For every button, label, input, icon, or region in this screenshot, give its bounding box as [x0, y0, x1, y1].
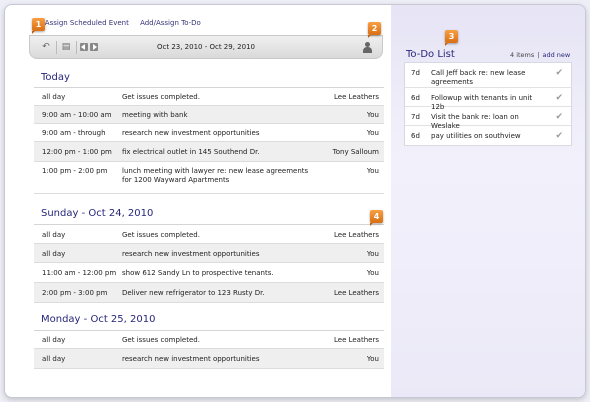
event-description: research new investment opportunities — [122, 129, 260, 137]
event-assignee: You — [366, 355, 379, 363]
event-row[interactable]: all day research new investment opportuni… — [34, 244, 384, 263]
event-row[interactable]: all day research new investment opportuni… — [34, 349, 384, 369]
calendar-toolbar: ↶ ▤ Oct 23, 2010 - Oct 29, 2010 — [29, 35, 383, 59]
event-row[interactable]: 9:00 am - through research new investment… — [34, 124, 384, 142]
event-assignee: You — [366, 111, 379, 119]
day-heading: Today — [41, 72, 70, 83]
callout-badge: 1 — [32, 18, 45, 34]
event-row[interactable]: 12:00 pm - 1:00 pm fix electrical outlet … — [34, 142, 384, 162]
user-filter-icon[interactable] — [363, 42, 372, 53]
todo-item[interactable]: 6d Followup with tenants in unit 12b ✔ — [405, 88, 571, 111]
callout-badge: 2 — [368, 22, 381, 38]
event-row[interactable]: 11:00 am - 12:00 pm show 612 Sandy Ln to … — [34, 263, 384, 283]
add-todo-link[interactable]: Add/Assign To-Do — [140, 19, 201, 27]
event-assignee: You — [366, 269, 379, 277]
event-time: all day — [42, 336, 66, 344]
event-assignee: Lee Leathers — [333, 93, 379, 101]
event-time: 1:00 pm - 2:00 pm — [42, 167, 108, 175]
event-assignee: Tony Salloum — [332, 148, 379, 156]
event-description: Get issues completed. — [122, 231, 200, 239]
date-range: Oct 23, 2010 - Oct 29, 2010 — [157, 43, 255, 51]
event-time: 11:00 am - 12:00 pm — [42, 269, 117, 277]
event-time: all day — [42, 93, 66, 101]
todo-text: Call Jeff back re: new lease agreements — [431, 69, 526, 86]
add-scheduled-event-link[interactable]: d/Assign Scheduled Event — [38, 19, 129, 27]
checkmark-icon[interactable]: ✔ — [555, 93, 563, 103]
todo-item[interactable]: 7d Call Jeff back re: new lease agreement… — [405, 63, 571, 88]
checkmark-icon[interactable]: ✔ — [555, 131, 563, 141]
event-table: all day Get issues completed. Lee Leathers… — [34, 87, 384, 194]
todo-meta-separator: | — [537, 51, 540, 59]
event-row[interactable]: 1:00 pm - 2:00 pm lunch meeting with lawy… — [34, 162, 384, 194]
event-time: 12:00 pm - 1:00 pm — [42, 148, 112, 156]
todo-item[interactable]: 7d Visit the bank re: loan on Weslake ✔ — [405, 107, 571, 130]
event-time: 9:00 am - through — [42, 129, 106, 137]
todo-list: 7d Call Jeff back re: new lease agreement… — [404, 62, 572, 146]
event-description: research new investment opportunities — [122, 250, 260, 258]
todo-days: 7d — [411, 113, 420, 121]
todo-list-title: To-Do List — [406, 49, 455, 60]
event-assignee: You — [366, 167, 379, 175]
day-heading: Monday - Oct 25, 2010 — [41, 314, 156, 325]
callout-badge: 4 — [370, 210, 383, 226]
event-time: all day — [42, 231, 66, 239]
event-description: show 612 Sandy Ln to prospective tenants… — [122, 269, 274, 277]
event-description: lunch meeting with lawyer re: new lease … — [122, 167, 309, 184]
event-description: meeting with bank — [122, 111, 188, 119]
app-window: d/Assign Scheduled Event Add/Assign To-D… — [4, 4, 586, 398]
event-time: 9:00 am - 10:00 am — [42, 111, 112, 119]
todo-list-meta: 4 items | add new — [510, 51, 570, 59]
add-todo-button[interactable]: add new — [542, 51, 570, 59]
event-description: Get issues completed. — [122, 336, 200, 344]
event-time: all day — [42, 355, 66, 363]
event-row[interactable]: all day Get issues completed. Lee Leathers — [34, 225, 384, 244]
checkmark-icon[interactable]: ✔ — [555, 112, 563, 122]
checkmark-icon[interactable]: ✔ — [555, 68, 563, 78]
day-heading: Sunday - Oct 24, 2010 — [41, 208, 154, 219]
todo-days: 7d — [411, 69, 420, 77]
event-assignee: Lee Leathers — [333, 336, 379, 344]
callout-badge: 3 — [445, 30, 458, 46]
event-table: all day Get issues completed. Lee Leathers… — [34, 224, 384, 303]
event-description: fix electrical outlet in 145 Southend Dr… — [122, 148, 260, 156]
todo-count: 4 items — [510, 51, 535, 59]
todo-item[interactable]: 6d pay utilities on southview ✔ — [405, 126, 571, 145]
todo-days: 6d — [411, 94, 420, 102]
event-table: all day Get issues completed. Lee Leathers… — [34, 330, 384, 369]
event-description: research new investment opportunities — [122, 355, 260, 363]
event-description: Deliver new refrigerator to 123 Rusty Dr… — [122, 289, 265, 297]
event-row[interactable]: 9:00 am - 10:00 am meeting with bank You — [34, 106, 384, 124]
event-assignee: You — [366, 250, 379, 258]
top-links: d/Assign Scheduled Event Add/Assign To-D… — [38, 19, 210, 27]
event-row[interactable]: 2:00 pm - 3:00 pm Deliver new refrigerato… — [34, 283, 384, 303]
event-assignee: Lee Leathers — [333, 289, 379, 297]
event-description: Get issues completed. — [122, 93, 200, 101]
event-assignee: Lee Leathers — [333, 231, 379, 239]
event-row[interactable]: all day Get issues completed. Lee Leathers — [34, 331, 384, 349]
event-assignee: You — [366, 129, 379, 137]
event-time: all day — [42, 250, 66, 258]
event-time: 2:00 pm - 3:00 pm — [42, 289, 108, 297]
event-row[interactable]: all day Get issues completed. Lee Leathers — [34, 88, 384, 106]
todo-text: pay utilities on southview — [431, 132, 521, 140]
todo-days: 6d — [411, 132, 420, 140]
